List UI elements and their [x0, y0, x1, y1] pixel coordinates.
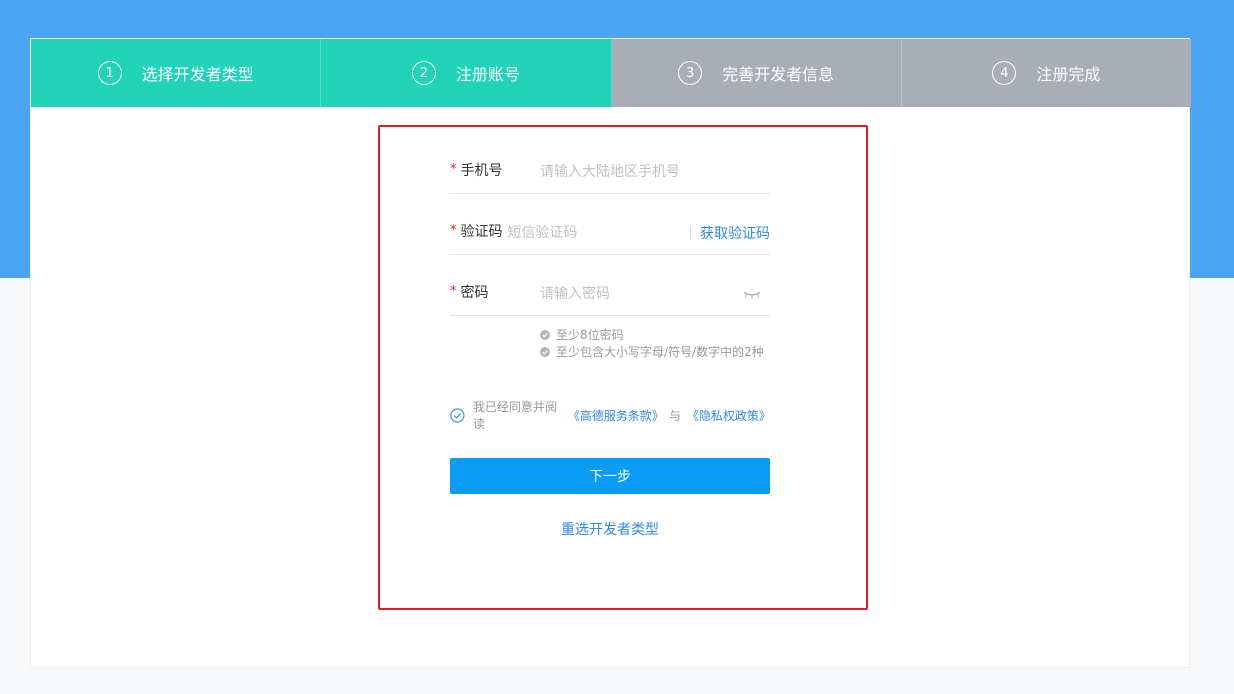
agreement-row: 我已经同意并阅读 《高德服务条款》 与 《隐私权政策》 [450, 398, 771, 432]
agreement-prefix: 我已经同意并阅读 [472, 400, 557, 431]
next-button[interactable]: 下一步 [450, 458, 770, 494]
terms-link[interactable]: 《高德服务条款》 [568, 407, 664, 424]
phone-input[interactable] [540, 163, 770, 180]
password-input[interactable] [540, 285, 742, 302]
phone-row: * 手机号 [450, 150, 770, 194]
step-select-type: 1 选择开发者类型 [31, 39, 322, 107]
step-finish: 4 注册完成 [901, 39, 1191, 107]
required-mark: * [450, 284, 457, 299]
phone-label: * 手机号 [450, 160, 540, 180]
sms-code-input[interactable] [507, 224, 682, 241]
password-label: * 密码 [450, 282, 540, 302]
password-row: * 密码 [450, 272, 770, 316]
code-label: * 验证码 [450, 221, 507, 241]
agreement-checkbox[interactable] [450, 407, 465, 423]
hint-item: 至少8位密码 [540, 326, 770, 343]
progress-steps: 1 选择开发者类型 2 注册账号 3 完善开发者信息 4 注册完成 [31, 39, 1191, 107]
required-mark: * [450, 223, 457, 238]
divider [690, 225, 691, 240]
step-label: 注册账号 [455, 65, 520, 84]
phone-label-text: 手机号 [460, 162, 503, 179]
privacy-link[interactable]: 《隐私权政策》 [687, 407, 771, 424]
step-number: 2 [411, 61, 436, 85]
hint-item: 至少包含大小写字母/符号/数字中的2种 [540, 343, 770, 360]
code-row: * 验证码 获取验证码 [450, 211, 770, 255]
code-label-text: 验证码 [460, 223, 503, 240]
step-register-account: 2 注册账号 [321, 39, 612, 107]
step-number: 4 [992, 61, 1017, 85]
hint-text: 至少包含大小写字母/符号/数字中的2种 [556, 345, 764, 359]
register-form: * 手机号 * 验证码 获取验证码 * 密码 [450, 150, 771, 539]
check-circle-icon [540, 346, 550, 357]
step-label: 选择开发者类型 [141, 65, 254, 84]
password-hints: 至少8位密码 至少包含大小写字母/符号/数字中的2种 [450, 326, 770, 360]
agreement-connector: 与 [668, 408, 681, 423]
hint-text: 至少8位密码 [556, 328, 624, 342]
step-label: 注册完成 [1036, 65, 1101, 84]
step-number: 3 [678, 61, 703, 85]
step-label: 完善开发者信息 [722, 65, 835, 84]
step-number: 1 [97, 61, 122, 85]
check-circle-icon [540, 329, 550, 340]
password-label-text: 密码 [460, 284, 489, 301]
reselect-type-link[interactable]: 重选开发者类型 [450, 519, 770, 539]
required-mark: * [450, 162, 457, 177]
eye-closed-icon[interactable] [742, 287, 762, 301]
step-complete-info: 3 完善开发者信息 [611, 39, 902, 107]
get-code-button[interactable]: 获取验证码 [700, 223, 770, 243]
